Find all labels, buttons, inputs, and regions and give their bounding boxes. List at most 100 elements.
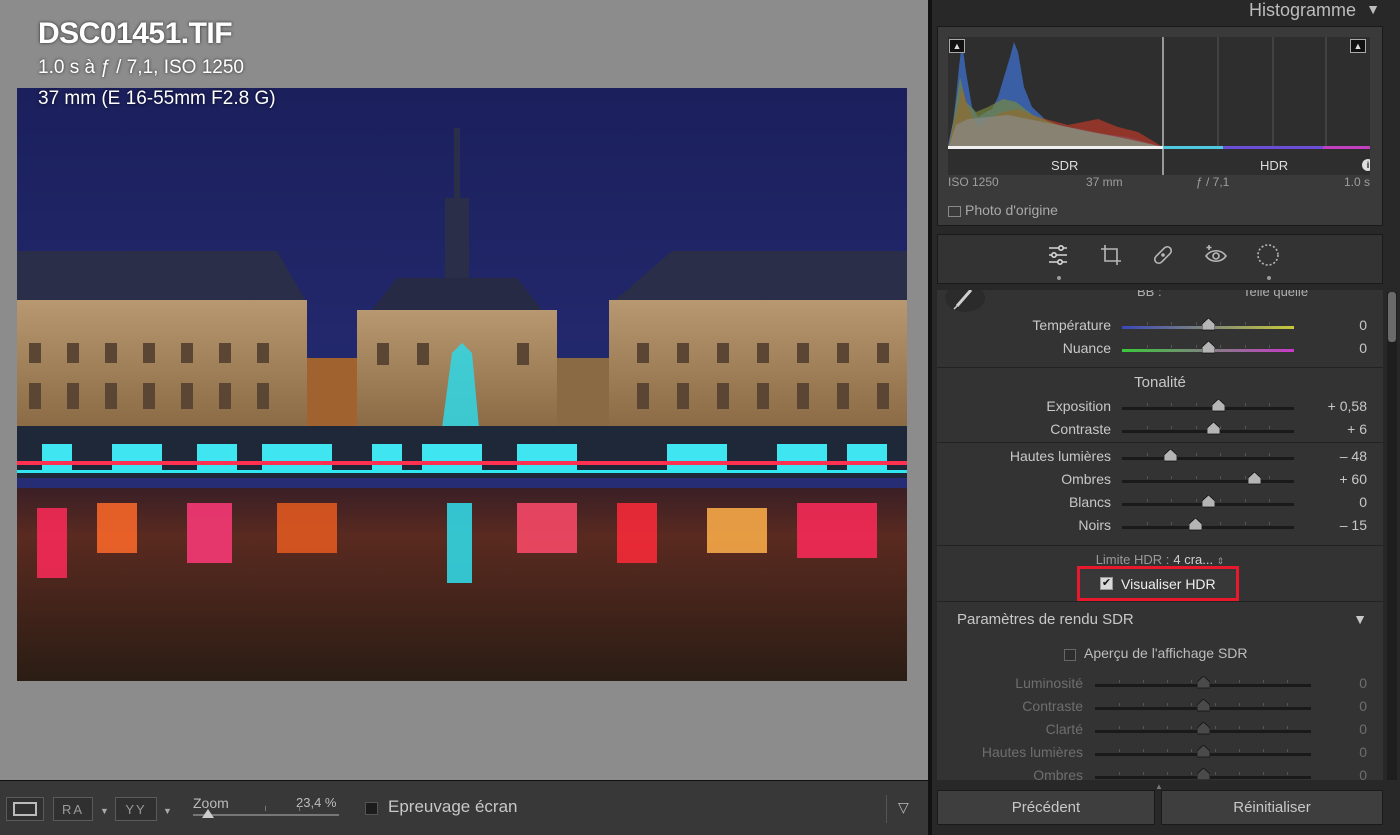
histogram-title[interactable]: Histogramme: [1249, 0, 1356, 21]
slider-row-luminosite[interactable]: Luminosité 0: [937, 673, 1383, 696]
sdr-preview-checkbox[interactable]: [1064, 649, 1076, 661]
slider-track[interactable]: [1122, 453, 1294, 460]
slider-value[interactable]: + 0,58: [1328, 398, 1367, 414]
histogram-graph[interactable]: SDR HDR i: [948, 37, 1370, 175]
slider-track[interactable]: [1122, 522, 1294, 529]
slider-tick: [1143, 749, 1144, 752]
slider-value[interactable]: + 60: [1339, 471, 1367, 487]
slider-value[interactable]: 0: [1359, 698, 1367, 714]
sdr-render-header[interactable]: Paramètres de rendu SDR ▼: [937, 601, 1383, 641]
slider-thumb[interactable]: [1201, 318, 1215, 331]
zoom-slider-thumb[interactable]: [201, 809, 214, 818]
slider-thumb[interactable]: [1196, 768, 1210, 780]
slider-row-noirs[interactable]: Noirs – 15: [937, 515, 1383, 538]
slider-tick: [1263, 680, 1264, 683]
reset-button[interactable]: Réinitialiser: [1161, 790, 1383, 825]
slider-tick: [1146, 522, 1148, 525]
hdr-limit-stepper-icon[interactable]: ⇕: [1217, 556, 1225, 566]
slider-value[interactable]: 0: [1359, 317, 1367, 333]
hdr-limit-value[interactable]: 4 cra...: [1173, 552, 1213, 567]
photo-preview[interactable]: [17, 88, 907, 681]
original-photo-label[interactable]: Photo d'origine: [965, 202, 1058, 218]
crop-icon[interactable]: [1099, 243, 1123, 267]
original-photo-checkbox[interactable]: [948, 206, 961, 217]
slider-value[interactable]: 0: [1359, 721, 1367, 737]
visualize-hdr-row[interactable]: ✔ Visualiser HDR: [1077, 566, 1239, 601]
slider-thumb[interactable]: [1211, 399, 1225, 412]
slider-tick: [1244, 522, 1246, 525]
slider-row-hautes-lumieres[interactable]: Hautes lumières 0: [937, 742, 1383, 765]
slider-row-hautes-lumieres[interactable]: Hautes lumières – 48: [937, 446, 1383, 469]
slider-tick: [1119, 726, 1120, 729]
slider-value[interactable]: 0: [1359, 340, 1367, 356]
loupe-view-button[interactable]: [6, 797, 44, 821]
slider-value[interactable]: 0: [1359, 767, 1367, 780]
slider-tick: [1195, 499, 1197, 502]
white-balance-dropdown[interactable]: Telle quelle: [1243, 290, 1308, 299]
soft-proof-checkbox[interactable]: [365, 802, 378, 815]
white-balance-row: BB : Telle quelle: [937, 290, 1383, 312]
eyedropper-icon: [953, 290, 973, 310]
slider-row-exposition[interactable]: Exposition + 0,58: [937, 396, 1383, 419]
redeye-icon[interactable]: [1204, 243, 1228, 267]
slider-row-contraste[interactable]: Contraste + 6: [937, 419, 1383, 442]
slider-track[interactable]: [1122, 476, 1294, 483]
histogram-collapse-icon[interactable]: ▼: [1366, 1, 1380, 17]
slider-thumb[interactable]: [1196, 722, 1210, 735]
histogram-header[interactable]: Histogramme ▼: [932, 0, 1400, 26]
slider-thumb[interactable]: [1201, 341, 1215, 354]
slider-value[interactable]: 0: [1359, 494, 1367, 510]
panel-scrollbar[interactable]: [1387, 292, 1397, 780]
previous-button[interactable]: Précédent: [937, 790, 1155, 825]
before-after-dropdown-icon[interactable]: ▼: [100, 806, 109, 816]
sdr-render-title[interactable]: Paramètres de rendu SDR: [957, 611, 1134, 628]
slider-row-contraste[interactable]: Contraste 0: [937, 696, 1383, 719]
shadow-clipping-icon[interactable]: ▲: [949, 39, 965, 53]
slider-row-clarte[interactable]: Clarté 0: [937, 719, 1383, 742]
before-after-view-button[interactable]: RA: [53, 797, 93, 821]
slider-row-ombres[interactable]: Ombres + 60: [937, 469, 1383, 492]
slider-value[interactable]: – 48: [1340, 448, 1367, 464]
slider-thumb[interactable]: [1196, 745, 1210, 758]
slider-row-ombres[interactable]: Ombres 0: [937, 765, 1383, 780]
slider-value[interactable]: – 15: [1340, 517, 1367, 533]
slider-thumb[interactable]: [1163, 449, 1177, 462]
slider-tick: [1195, 426, 1197, 429]
highlight-clipping-icon[interactable]: ▲: [1350, 39, 1366, 53]
sdr-collapse-icon[interactable]: ▼: [1353, 611, 1367, 627]
sdr-preview-row[interactable]: Aperçu de l'affichage SDR: [937, 645, 1383, 665]
slider-value[interactable]: 0: [1359, 744, 1367, 760]
heal-icon[interactable]: [1151, 243, 1175, 267]
slider-thumb[interactable]: [1247, 472, 1261, 485]
slider-tick: [1287, 680, 1288, 683]
tone-section-title: Tonalité: [1134, 374, 1186, 391]
visualize-hdr-label[interactable]: Visualiser HDR: [1121, 576, 1216, 592]
slider-tick: [1119, 749, 1120, 752]
image-canvas[interactable]: DSC01451.TIF 1.0 s à ƒ / 7,1, ISO 1250 3…: [0, 0, 928, 780]
slider-tick: [1191, 703, 1192, 706]
slider-thumb[interactable]: [1196, 699, 1210, 712]
slider-value[interactable]: + 6: [1347, 421, 1367, 437]
slider-row-blancs[interactable]: Blancs 0: [937, 492, 1383, 515]
toolbar-menu-chevron-icon[interactable]: ▽: [898, 799, 909, 816]
slider-value[interactable]: 0: [1359, 675, 1367, 691]
white-balance-picker-icon[interactable]: [945, 290, 985, 312]
edit-sliders-icon[interactable]: [1046, 243, 1070, 267]
panel-scrollbar-thumb[interactable]: [1388, 292, 1396, 342]
slider-row-temperature[interactable]: Température 0: [937, 315, 1383, 338]
slider-thumb[interactable]: [1206, 422, 1220, 435]
histogram-info-icon[interactable]: i: [1362, 159, 1370, 171]
visualize-hdr-checkbox[interactable]: ✔: [1100, 577, 1113, 590]
soft-proof-label[interactable]: Epreuvage écran: [388, 797, 517, 817]
slider-tick: [1287, 772, 1288, 775]
mask-icon[interactable]: [1256, 243, 1280, 267]
zoom-slider-track[interactable]: [193, 814, 339, 816]
slider-track[interactable]: [1122, 403, 1294, 410]
slider-row-nuance[interactable]: Nuance 0: [937, 338, 1383, 361]
slider-thumb[interactable]: [1196, 676, 1210, 689]
sdr-preview-label[interactable]: Aperçu de l'affichage SDR: [1084, 645, 1248, 661]
slider-thumb[interactable]: [1189, 518, 1203, 531]
slider-thumb[interactable]: [1201, 495, 1215, 508]
compare-view-button[interactable]: YY: [115, 797, 157, 821]
compare-dropdown-icon[interactable]: ▼: [163, 806, 172, 816]
